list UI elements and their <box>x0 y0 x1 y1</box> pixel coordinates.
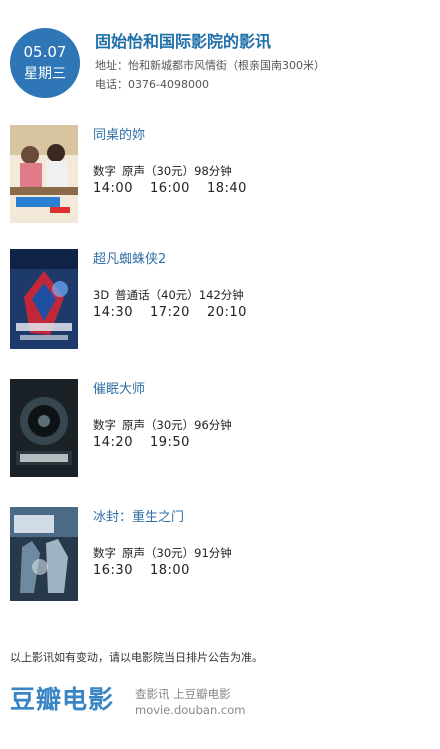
movie-item: 同桌的妳 数字 原声（30元）98分钟 14:00 16:00 18:40 <box>10 125 430 223</box>
movie-price: （40元） <box>149 288 199 302</box>
weekday-text: 星期三 <box>24 66 66 82</box>
movie-title[interactable]: 超凡蜘蛛侠2 <box>93 251 166 269</box>
movie-meta: 数字 原声（30元）98分钟 <box>93 163 232 179</box>
movie-poster[interactable] <box>10 249 78 349</box>
showtimes: 14:30 17:20 20:10 <box>93 304 264 322</box>
footer-slogan: 查影讯 上豆瓣电影 <box>135 687 231 701</box>
movie-item: 超凡蜘蛛侠2 3D 普通话（40元）142分钟 14:30 17:20 20:10 <box>10 249 430 349</box>
cinema-title: 固始怡和国际影院的影讯 <box>95 32 272 51</box>
showtime: 20:10 <box>206 305 247 320</box>
movie-title[interactable]: 同桌的妳 <box>93 127 145 145</box>
movie-language: 原声 <box>122 164 145 178</box>
showtimes: 14:00 16:00 18:40 <box>93 180 264 198</box>
movie-format: 数字 <box>93 546 116 560</box>
showtime: 18:40 <box>206 181 247 196</box>
movie-meta: 数字 原声（30元）96分钟 <box>93 417 232 433</box>
douban-movie-logo[interactable]: 豆瓣电影 <box>10 684 114 716</box>
movie-duration: 91分钟 <box>194 546 232 560</box>
showtime: 19:50 <box>149 435 190 450</box>
showtime: 17:20 <box>149 305 190 320</box>
movie-poster[interactable] <box>10 507 78 601</box>
showtime: 16:30 <box>93 563 133 578</box>
movie-price: （30元） <box>145 164 195 178</box>
cinema-address: 地址：怡和新城都市风情街（根亲国南300米） <box>95 59 325 72</box>
movie-format: 数字 <box>93 418 116 432</box>
movie-price: （30元） <box>145 546 195 560</box>
movie-poster[interactable] <box>10 379 78 477</box>
movie-format: 数字 <box>93 164 116 178</box>
cinema-header: 05.07 星期三 固始怡和国际影院的影讯 地址：怡和新城都市风情街（根亲国南3… <box>10 28 430 104</box>
showtime: 14:30 <box>93 305 133 320</box>
movie-format: 3D <box>93 288 110 302</box>
showtimes: 16:30 18:00 <box>93 562 207 580</box>
showtime: 18:00 <box>149 563 190 578</box>
footer-site-link[interactable]: movie.douban.com <box>135 703 245 717</box>
disclaimer-text: 以上影讯如有变动，请以电影院当日排片公告为准。 <box>10 651 263 664</box>
movie-meta: 3D 普通话（40元）142分钟 <box>93 287 244 303</box>
movie-item: 催眠大师 数字 原声（30元）96分钟 14:20 19:50 <box>10 379 430 477</box>
movie-item: 冰封：重生之门 数字 原声（30元）91分钟 16:30 18:00 <box>10 507 430 601</box>
douban-footer: 豆瓣电影 查影讯 上豆瓣电影 movie.douban.com <box>10 684 430 720</box>
showtimes: 14:20 19:50 <box>93 434 207 452</box>
date-badge: 05.07 星期三 <box>10 28 80 98</box>
movie-duration: 96分钟 <box>194 418 232 432</box>
movie-meta: 数字 原声（30元）91分钟 <box>93 545 232 561</box>
movie-language: 原声 <box>122 418 145 432</box>
movie-language: 普通话 <box>115 288 150 302</box>
movie-title[interactable]: 催眠大师 <box>93 381 145 399</box>
date-text: 05.07 <box>23 43 67 61</box>
showtime: 14:00 <box>93 181 133 196</box>
movie-language: 原声 <box>122 546 145 560</box>
showtime: 14:20 <box>93 435 133 450</box>
cinema-phone: 电话：0376-4098000 <box>95 78 209 91</box>
showtime: 16:00 <box>149 181 190 196</box>
movie-price: （30元） <box>145 418 195 432</box>
movie-poster[interactable] <box>10 125 78 223</box>
movie-title[interactable]: 冰封：重生之门 <box>93 509 184 527</box>
movie-duration: 98分钟 <box>194 164 232 178</box>
movie-duration: 142分钟 <box>198 288 244 302</box>
